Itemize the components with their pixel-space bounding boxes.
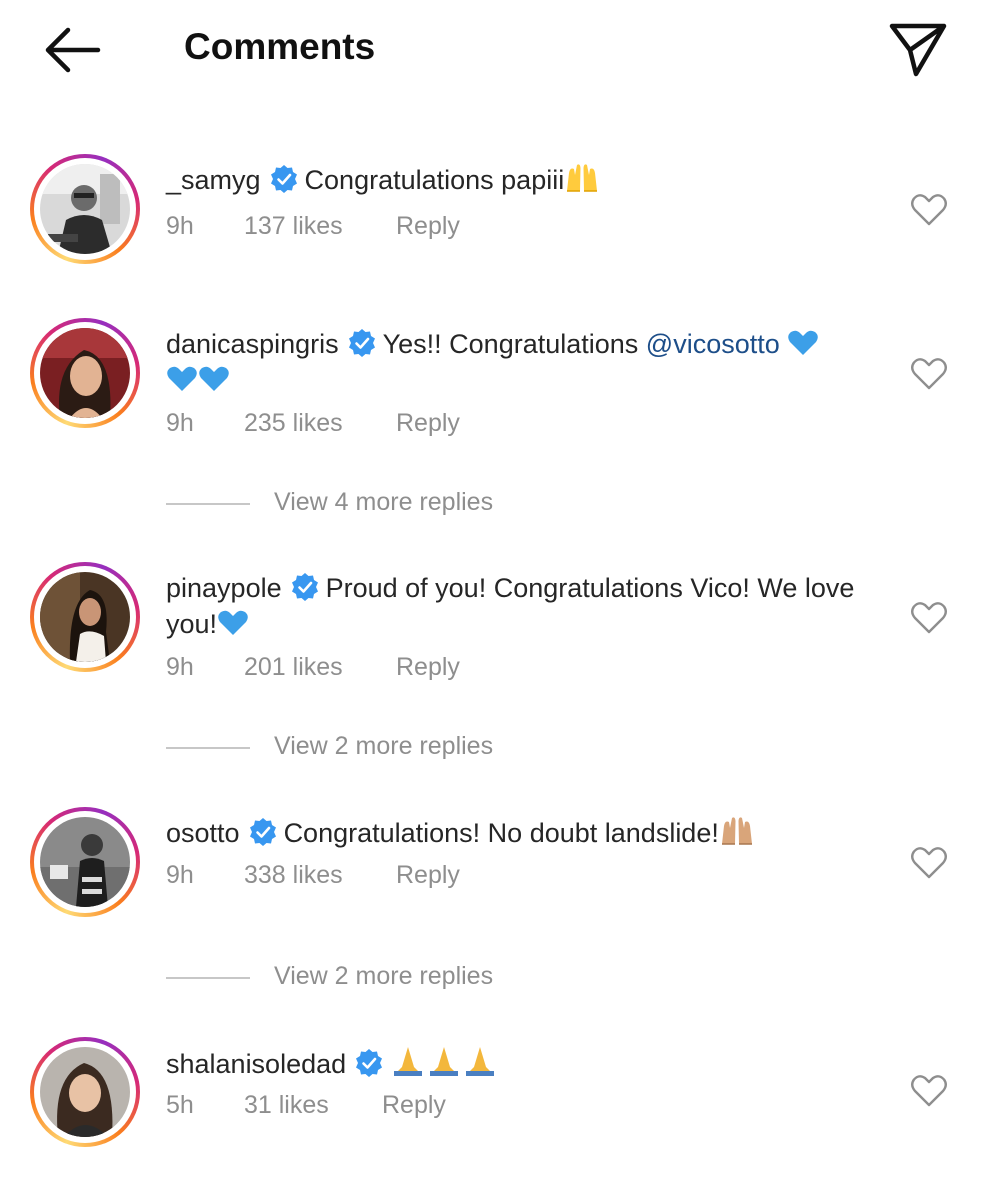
likes-count[interactable]: 137 likes bbox=[244, 212, 396, 241]
paper-plane-icon[interactable] bbox=[886, 16, 950, 80]
blue-heart-icon bbox=[167, 366, 197, 391]
comment-username[interactable]: danicaspingris bbox=[166, 329, 339, 359]
reply-button[interactable]: Reply bbox=[396, 861, 460, 890]
avatar[interactable] bbox=[30, 154, 140, 264]
reply-divider bbox=[166, 977, 250, 979]
comment-time: 5h bbox=[166, 1091, 194, 1119]
verified-badge-icon bbox=[249, 818, 276, 846]
comment-time: 9h bbox=[166, 212, 194, 240]
view-more-replies-label: View 4 more replies bbox=[274, 488, 494, 516]
reply-divider bbox=[166, 503, 250, 505]
avatar-photo bbox=[40, 164, 130, 254]
avatar-photo bbox=[40, 572, 130, 662]
arrow-left-icon[interactable] bbox=[40, 22, 104, 78]
blue-heart-icon bbox=[788, 330, 819, 355]
avatar-photo bbox=[40, 1047, 130, 1137]
comment-username[interactable]: _samyg bbox=[166, 165, 261, 195]
comment-username[interactable]: shalanisoledad bbox=[166, 1049, 346, 1079]
verified-badge-icon bbox=[348, 329, 375, 357]
avatar[interactable] bbox=[30, 1037, 140, 1147]
blue-heart-icon bbox=[218, 610, 248, 635]
reply-button[interactable]: Reply bbox=[396, 409, 460, 438]
header-bar: Comments bbox=[0, 0, 1000, 100]
likes-count[interactable]: 338 likes bbox=[244, 861, 396, 890]
likes-count[interactable]: 201 likes bbox=[244, 653, 396, 682]
comment-meta: 9h 137 likes Reply bbox=[166, 212, 460, 241]
blue-heart-icon bbox=[199, 366, 229, 391]
comment-username[interactable]: pinaypole bbox=[166, 573, 282, 603]
reply-button[interactable]: Reply bbox=[396, 653, 460, 682]
avatar[interactable] bbox=[30, 562, 140, 672]
comment-text: Yes!! Congratulations bbox=[382, 329, 646, 359]
likes-count[interactable]: 235 likes bbox=[244, 409, 396, 438]
comment-meta: 9h 235 likes Reply bbox=[166, 409, 460, 438]
raising-hands-icon bbox=[721, 817, 752, 845]
like-heart-icon[interactable] bbox=[910, 845, 948, 881]
reply-button[interactable]: Reply bbox=[382, 1091, 446, 1120]
comment-text: Congratulations! No doubt landslide! bbox=[283, 818, 719, 848]
page-title: Comments bbox=[184, 26, 376, 67]
avatar-photo bbox=[40, 817, 130, 907]
like-heart-icon[interactable] bbox=[910, 600, 948, 636]
like-heart-icon[interactable] bbox=[910, 356, 948, 392]
verified-badge-icon bbox=[356, 1049, 383, 1077]
raising-hands-icon bbox=[567, 164, 598, 192]
comment-time: 9h bbox=[166, 409, 194, 437]
view-more-replies-label: View 2 more replies bbox=[274, 962, 494, 990]
reply-divider bbox=[166, 747, 250, 749]
verified-badge-icon bbox=[270, 165, 297, 193]
reply-button[interactable]: Reply bbox=[396, 212, 460, 241]
like-heart-icon[interactable] bbox=[910, 192, 948, 228]
like-heart-icon[interactable] bbox=[910, 1073, 948, 1109]
verified-badge-icon bbox=[291, 573, 318, 601]
comment-username[interactable]: osotto bbox=[166, 818, 240, 848]
avatar[interactable] bbox=[30, 318, 140, 428]
mention-link[interactable]: @vicosotto bbox=[646, 329, 780, 359]
avatar-photo bbox=[40, 328, 130, 418]
comment-time: 9h bbox=[166, 861, 194, 889]
comment-time: 9h bbox=[166, 653, 194, 681]
likes-count[interactable]: 31 likes bbox=[244, 1091, 382, 1120]
comment-meta: 9h 201 likes Reply bbox=[166, 653, 460, 682]
comment-meta: 5h 31 likes Reply bbox=[166, 1091, 446, 1120]
view-more-replies-label: View 2 more replies bbox=[274, 732, 494, 760]
folded-hands-icon bbox=[394, 1047, 495, 1076]
avatar[interactable] bbox=[30, 807, 140, 917]
comment-text: Congratulations papiii bbox=[304, 165, 565, 195]
comment-meta: 9h 338 likes Reply bbox=[166, 861, 460, 890]
